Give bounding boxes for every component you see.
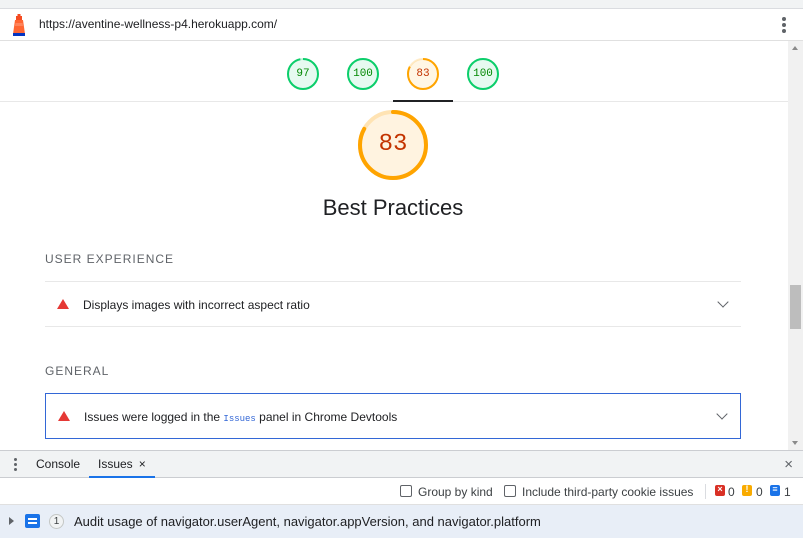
gauge-accessibility[interactable]: 100 — [346, 57, 380, 91]
group-by-kind-label: Group by kind — [418, 485, 493, 499]
report-scrollbar[interactable] — [788, 41, 803, 450]
issue-title: Audit usage of navigator.userAgent, navi… — [74, 514, 541, 529]
tab-console[interactable]: Console — [36, 451, 80, 478]
audit-title-code: Issues — [223, 414, 256, 424]
bottom-strip — [0, 538, 803, 544]
lighthouse-logo-icon — [13, 14, 25, 36]
audit-inspector-issues[interactable]: Issues were logged in the Issues panel i… — [45, 393, 741, 439]
report-url: https://aventine-wellness-p4.herokuapp.c… — [39, 17, 278, 31]
group-title-user-experience: USER EXPERIENCE — [45, 252, 175, 266]
third-party-cookie-checkbox[interactable] — [504, 485, 516, 497]
gauge-best-practices[interactable]: 83 — [406, 57, 440, 91]
tab-issues[interactable]: Issues × — [89, 451, 155, 478]
issue-row[interactable]: 1 Audit usage of navigator.userAgent, na… — [0, 505, 803, 538]
category-score: 83 — [378, 131, 408, 158]
issues-toolbar: Group by kind Include third-party cookie… — [0, 478, 803, 505]
chevron-down-icon[interactable] — [717, 296, 729, 308]
improvement-issue-icon — [25, 514, 40, 528]
drawer-tab-bar: Console Issues × × — [0, 450, 803, 478]
gauge-score: 100 — [473, 68, 493, 80]
scroll-up-arrow-icon[interactable] — [792, 46, 798, 50]
scroll-down-arrow-icon[interactable] — [792, 441, 798, 445]
error-count-icon: × — [715, 484, 725, 496]
score-gauges-row: 97 100 83 100 — [0, 41, 788, 102]
audit-title-suffix: panel in Chrome Devtools — [255, 410, 398, 424]
lighthouse-devtools-window: https://aventine-wellness-p4.herokuapp.c… — [0, 0, 803, 544]
report-url-bar: https://aventine-wellness-p4.herokuapp.c… — [0, 9, 803, 41]
error-count: 0 — [728, 485, 735, 499]
info-count-icon: ≡ — [770, 484, 780, 496]
audit-image-aspect-ratio[interactable]: Displays images with incorrect aspect ra… — [45, 281, 741, 327]
close-tab-icon[interactable]: × — [139, 457, 146, 471]
audit-title-prefix: Issues were logged in the — [84, 410, 224, 424]
warning-count-icon: ! — [742, 484, 752, 496]
scroll-thumb[interactable] — [790, 285, 801, 329]
gauge-performance[interactable]: 97 — [286, 57, 320, 91]
gauge-seo[interactable]: 100 — [466, 57, 500, 91]
category-title: Best Practices — [322, 195, 464, 220]
gauge-score: 100 — [353, 68, 373, 80]
chevron-down-icon[interactable] — [716, 408, 728, 420]
third-party-cookie-label: Include third-party cookie issues — [522, 485, 694, 499]
audit-title: Displays images with incorrect aspect ra… — [83, 298, 310, 312]
tab-issues-label: Issues — [98, 457, 133, 471]
gauge-score: 83 — [416, 68, 430, 80]
more-options-icon[interactable] — [781, 16, 787, 34]
gauge-score: 97 — [296, 68, 310, 80]
group-title-general: GENERAL — [45, 364, 110, 378]
issue-count-badge: 1 — [49, 514, 64, 529]
report-body: 83 Best Practices USER EXPERIENCE Displa… — [0, 102, 788, 450]
drawer-menu-icon[interactable] — [13, 458, 17, 472]
warning-count: 0 — [756, 485, 763, 499]
fail-triangle-icon — [57, 299, 69, 309]
audit-title: Issues were logged in the Issues panel i… — [84, 410, 397, 424]
fail-triangle-icon — [58, 411, 70, 421]
tab-console-label: Console — [36, 457, 81, 471]
category-gauge: 83 — [356, 108, 430, 182]
close-drawer-icon[interactable]: × — [784, 457, 793, 472]
group-by-kind-checkbox[interactable] — [400, 485, 412, 497]
toolbar-separator — [705, 484, 706, 499]
browser-top-strip — [0, 0, 803, 9]
info-count: 1 — [784, 485, 791, 499]
expand-arrow-icon[interactable] — [9, 517, 14, 525]
